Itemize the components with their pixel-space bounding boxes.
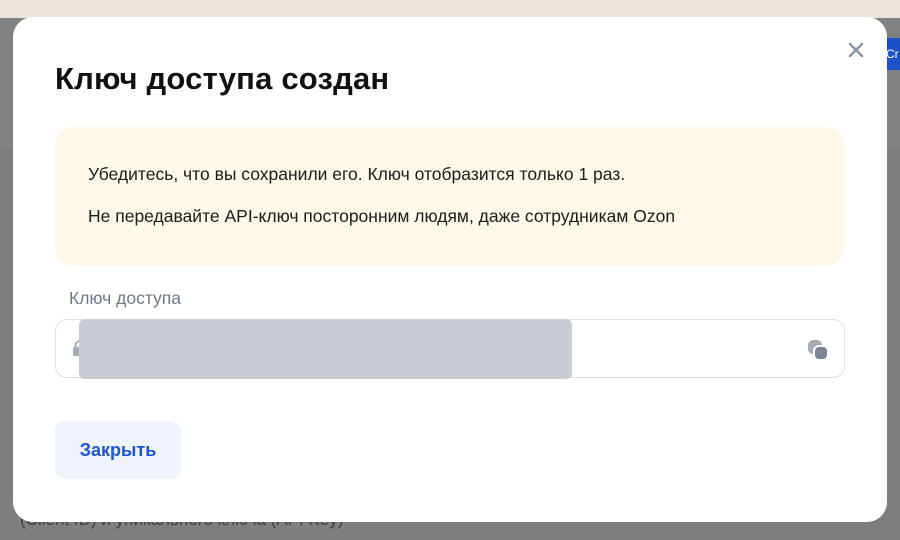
- access-key-label: Ключ доступа: [69, 288, 181, 308]
- close-button[interactable]: Закрыть: [55, 421, 181, 479]
- warning-notice: Убедитесь, что вы сохранили его. Ключ от…: [55, 127, 845, 266]
- close-icon[interactable]: [843, 37, 869, 63]
- notice-line-save: Убедитесь, что вы сохранили его. Ключ от…: [88, 164, 626, 184]
- notice-line-share: Не передавайте API-ключ посторонним людя…: [88, 206, 676, 226]
- access-key-field[interactable]: [55, 319, 845, 379]
- access-key-modal: Ключ доступа создан Убедитесь, что вы со…: [13, 17, 887, 522]
- access-key-value-redacted: [79, 319, 572, 379]
- top-strip: [0, 0, 900, 18]
- copy-icon[interactable]: [805, 337, 831, 363]
- modal-title: Ключ доступа создан: [55, 61, 390, 96]
